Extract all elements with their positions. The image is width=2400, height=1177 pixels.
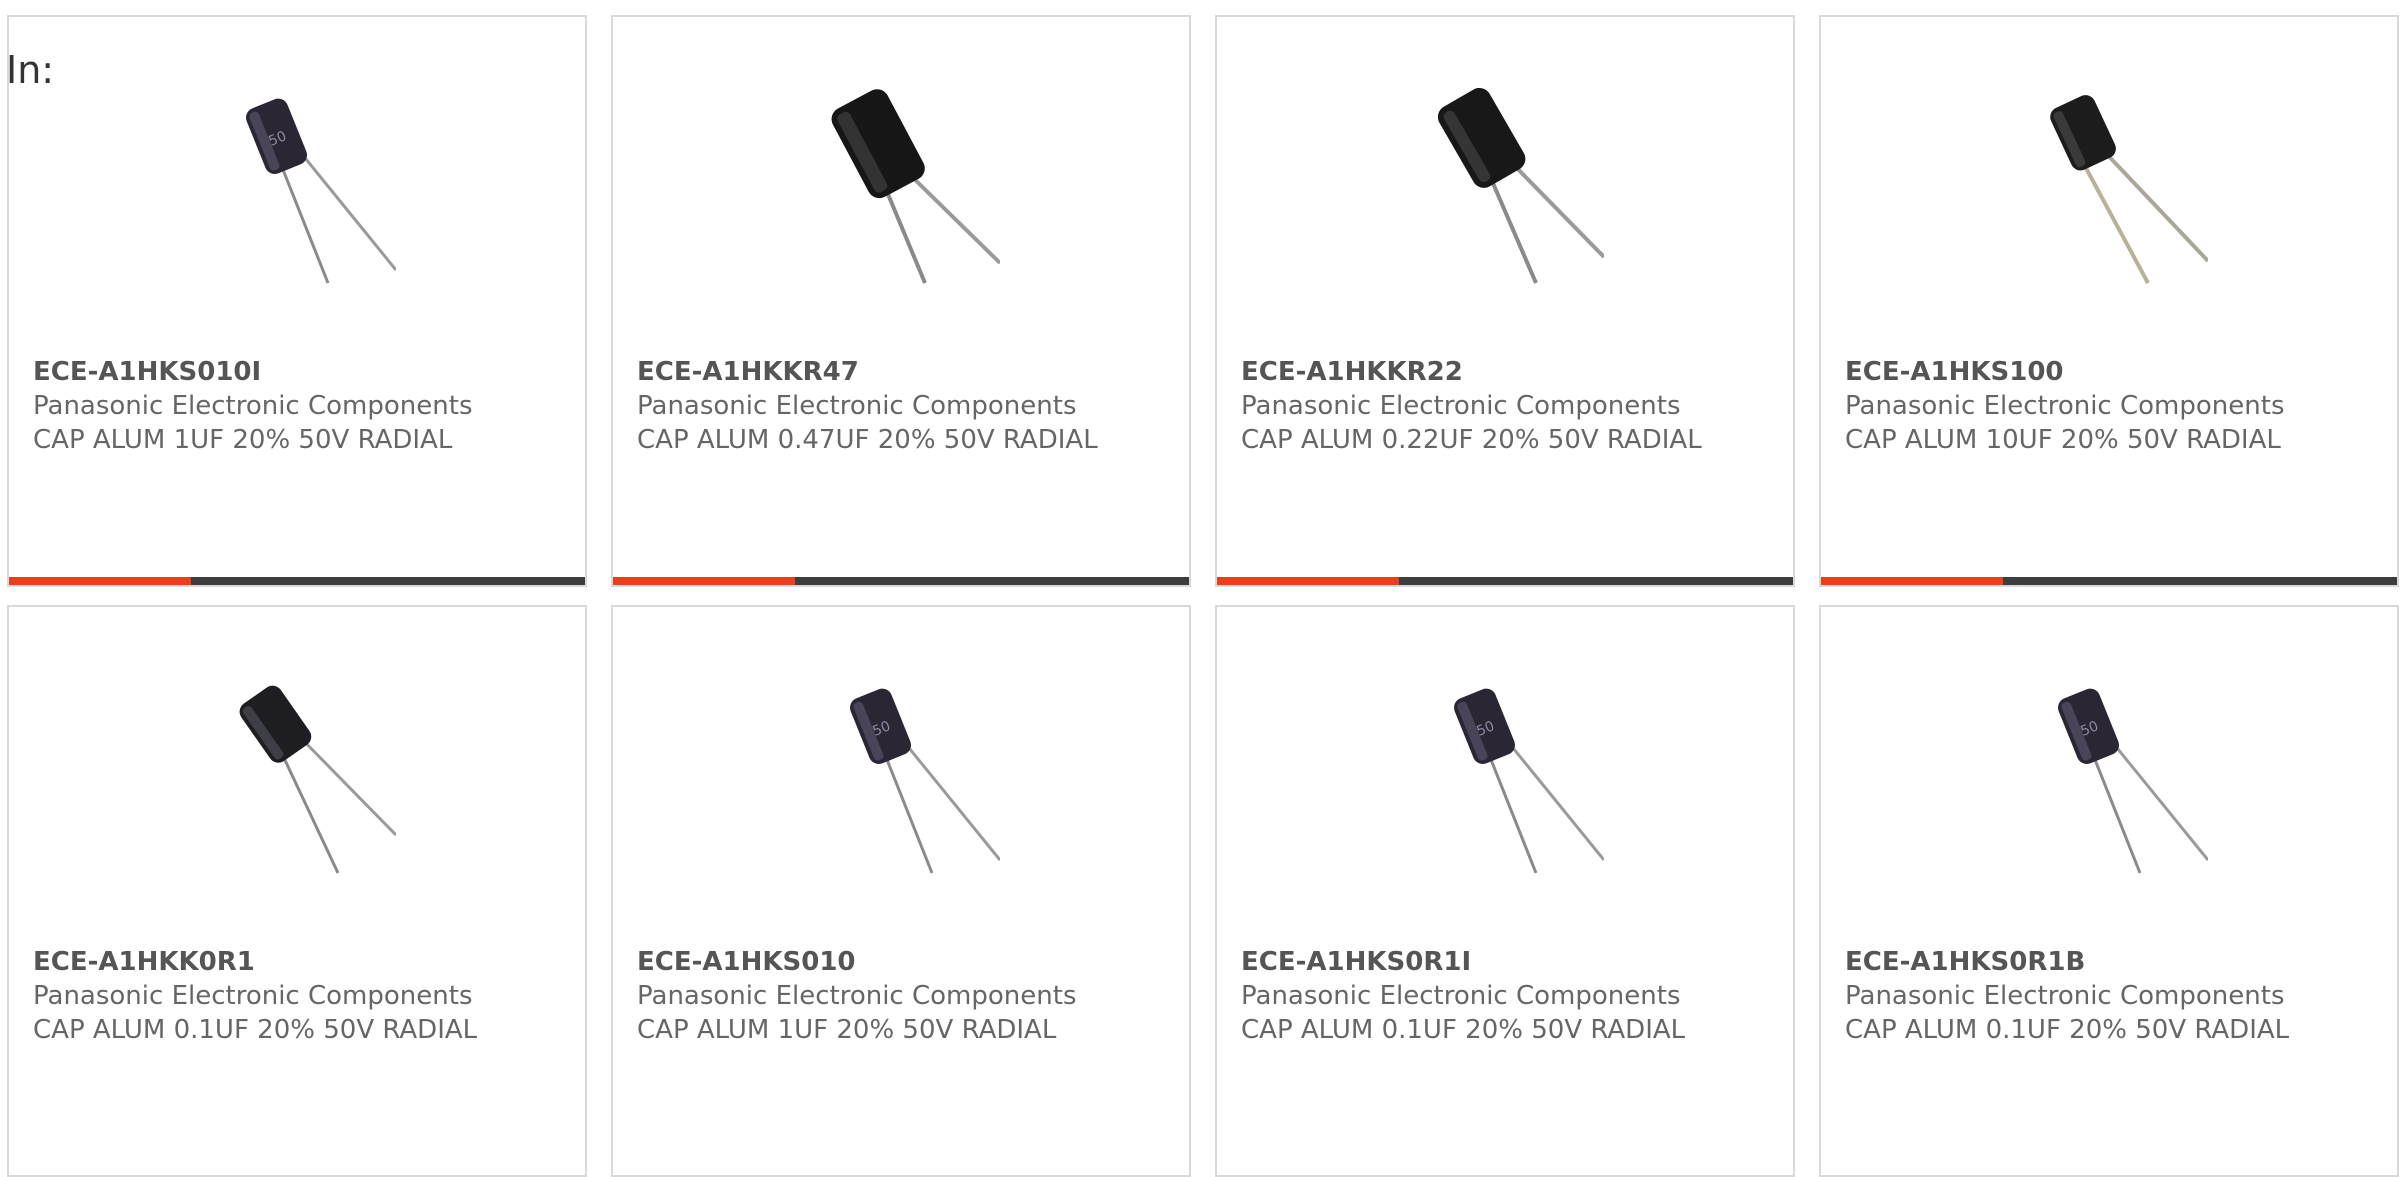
- card-bottom-bar: [1217, 577, 1793, 585]
- capacitor-icon: [2008, 85, 2208, 285]
- product-card[interactable]: 50 ECE-A1HKS010I Panasonic Electronic Co…: [7, 15, 587, 587]
- product-description: CAP ALUM 0.47UF 20% 50V RADIAL: [637, 425, 1098, 455]
- part-number[interactable]: ECE-A1HKK0R1: [33, 945, 503, 979]
- part-number[interactable]: ECE-A1HKS0R1I: [1241, 945, 1711, 979]
- in-label: In:: [6, 48, 55, 92]
- part-number[interactable]: ECE-A1HKS100: [1845, 355, 2315, 389]
- product-description: CAP ALUM 0.1UF 20% 50V RADIAL: [33, 1015, 478, 1045]
- product-card[interactable]: ECE-A1HKKR47 Panasonic Electronic Compon…: [611, 15, 1191, 587]
- part-number[interactable]: ECE-A1HKS010: [637, 945, 1107, 979]
- manufacturer-name: Panasonic Electronic Components: [1241, 981, 1681, 1011]
- part-number[interactable]: ECE-A1HKKR22: [1241, 355, 1711, 389]
- product-description: CAP ALUM 1UF 20% 50V RADIAL: [33, 425, 453, 455]
- capacitor-icon: 50: [196, 85, 396, 285]
- capacitor-icon: [196, 675, 396, 875]
- product-card[interactable]: 50 ECE-A1HKS0R1I Panasonic Electronic Co…: [1215, 605, 1795, 1177]
- card-bottom-bar: [613, 577, 1189, 585]
- card-bottom-bar: [1821, 577, 2397, 585]
- product-grid: 50 ECE-A1HKS010I Panasonic Electronic Co…: [7, 15, 2400, 1177]
- product-card[interactable]: 50 ECE-A1HKS0R1B Panasonic Electronic Co…: [1819, 605, 2399, 1177]
- manufacturer-name: Panasonic Electronic Components: [1241, 391, 1681, 421]
- capacitor-icon: 50: [1404, 675, 1604, 875]
- product-card[interactable]: ECE-A1HKKR22 Panasonic Electronic Compon…: [1215, 15, 1795, 587]
- product-description: CAP ALUM 0.22UF 20% 50V RADIAL: [1241, 425, 1702, 455]
- product-description: CAP ALUM 0.1UF 20% 50V RADIAL: [1845, 1015, 2290, 1045]
- manufacturer-name: Panasonic Electronic Components: [1845, 391, 2285, 421]
- product-description: CAP ALUM 1UF 20% 50V RADIAL: [637, 1015, 1057, 1045]
- capacitor-icon: 50: [2008, 675, 2208, 875]
- card-bottom-bar: [9, 577, 585, 585]
- card-accent-bar: [1217, 577, 1399, 585]
- product-description: CAP ALUM 0.1UF 20% 50V RADIAL: [1241, 1015, 1686, 1045]
- product-card[interactable]: ECE-A1HKK0R1 Panasonic Electronic Compon…: [7, 605, 587, 1177]
- part-number[interactable]: ECE-A1HKKR47: [637, 355, 1107, 389]
- product-description: CAP ALUM 10UF 20% 50V RADIAL: [1845, 425, 2281, 455]
- part-number[interactable]: ECE-A1HKS0R1B: [1845, 945, 2315, 979]
- manufacturer-name: Panasonic Electronic Components: [33, 391, 473, 421]
- manufacturer-name: Panasonic Electronic Components: [637, 981, 1077, 1011]
- part-number[interactable]: ECE-A1HKS010I: [33, 355, 503, 389]
- manufacturer-name: Panasonic Electronic Components: [33, 981, 473, 1011]
- product-card[interactable]: ECE-A1HKS100 Panasonic Electronic Compon…: [1819, 15, 2399, 587]
- card-accent-bar: [613, 577, 795, 585]
- product-card[interactable]: 50 ECE-A1HKS010 Panasonic Electronic Com…: [611, 605, 1191, 1177]
- manufacturer-name: Panasonic Electronic Components: [1845, 981, 2285, 1011]
- capacitor-icon: 50: [800, 675, 1000, 875]
- capacitor-icon: [1404, 85, 1604, 285]
- manufacturer-name: Panasonic Electronic Components: [637, 391, 1077, 421]
- capacitor-icon: [800, 85, 1000, 285]
- card-accent-bar: [1821, 577, 2003, 585]
- card-accent-bar: [9, 577, 191, 585]
